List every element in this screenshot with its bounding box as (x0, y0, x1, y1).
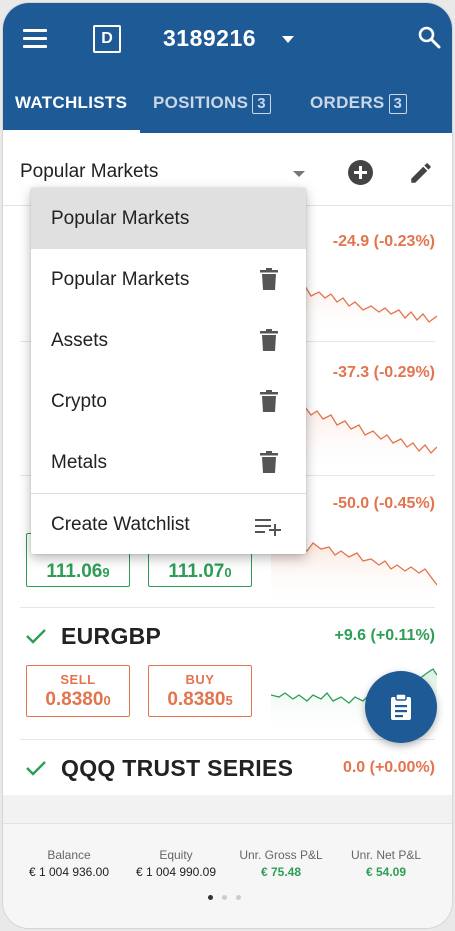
gross-pnl-value: € 75.48 (260, 865, 302, 879)
tab-count-badge: 3 (388, 94, 408, 114)
menu-item-selected-watchlist[interactable]: Popular Markets (31, 188, 306, 249)
price-change: +9.6 (+0.11%) (334, 627, 435, 644)
sell-button[interactable]: SELL 0.83800 (26, 665, 130, 717)
app-screen: D 3189216 WATCHLISTS POSITIONS 3 ORDERS 3 … (3, 3, 452, 928)
watchlist-dropdown-menu: Popular Markets Popular Markets Assets C… (31, 188, 306, 554)
equity-label: Equity (159, 848, 193, 862)
tab-watchlists[interactable]: WATCHLISTS (15, 93, 127, 113)
tab-label: WATCHLISTS (15, 93, 128, 112)
price-main: 0.8380 (45, 689, 104, 710)
balance-label: Balance (47, 848, 91, 862)
price-change: -37.3 (-0.29%) (332, 364, 435, 381)
menu-item-popular-markets[interactable]: Popular Markets (31, 249, 306, 310)
create-watchlist-item[interactable]: Create Watchlist (31, 494, 306, 555)
page-dot (222, 895, 227, 900)
list-item[interactable]: QQQ TRUST SERIES 0.0 (+0.00%) (3, 739, 452, 795)
sell-label: SELL (60, 672, 96, 687)
order-ticket-fab[interactable] (365, 671, 437, 743)
instrument-symbol: QQQ TRUST SERIES (61, 755, 294, 781)
menu-item-metals[interactable]: Metals (31, 432, 306, 493)
menu-item-label: Create Watchlist (51, 514, 190, 535)
menu-item-label: Assets (51, 330, 109, 351)
tab-label: POSITIONS (153, 93, 249, 112)
playlist-add-icon (255, 519, 281, 536)
buy-price: 111.070 (149, 561, 251, 583)
menu-item-label: Popular Markets (51, 269, 190, 290)
price-change: 0.0 (+0.00%) (342, 759, 435, 776)
demo-mode-badge[interactable]: D (93, 25, 121, 53)
app-bar: D 3189216 WATCHLISTS POSITIONS 3 ORDERS 3 (3, 3, 452, 133)
tab-label: ORDERS (310, 93, 385, 112)
search-icon[interactable] (417, 25, 441, 49)
net-pnl-label: Unr. Net P&L (350, 848, 422, 862)
pencil-icon[interactable] (408, 160, 434, 186)
tab-orders[interactable]: ORDERS 3 (310, 93, 408, 114)
page-dot (208, 895, 213, 900)
menu-item-crypto[interactable]: Crypto (31, 371, 306, 432)
equity-value: € 1 004 990.09 (135, 865, 217, 879)
trash-icon[interactable] (260, 329, 278, 351)
buy-price: 0.83805 (149, 689, 251, 711)
price-pip: 0 (224, 565, 232, 580)
caret-down-icon[interactable] (282, 36, 294, 43)
trash-icon[interactable] (260, 390, 278, 412)
price-main: 111.07 (168, 561, 225, 582)
gross-pnl-summary: Unr. Gross P&L € 75.48 (225, 848, 337, 879)
trash-icon[interactable] (260, 268, 278, 290)
equity-summary: Equity € 1 004 990.09 (120, 848, 232, 879)
watchlist-selector[interactable]: Popular Markets (20, 161, 158, 183)
balance-summary: Balance € 1 004 936.00 (13, 848, 125, 879)
price-main: 111.06 (46, 561, 103, 582)
sell-price: 111.069 (27, 561, 129, 583)
dropdown-caret-icon[interactable] (293, 171, 305, 177)
tab-positions[interactable]: POSITIONS 3 (153, 93, 271, 114)
net-pnl-value: € 54.09 (365, 865, 407, 879)
account-number[interactable]: 3189216 (163, 25, 256, 52)
account-summary[interactable]: Balance € 1 004 936.00 Equity € 1 004 99… (3, 823, 452, 928)
instrument-symbol: EURGBP (61, 623, 162, 649)
page-dot (236, 895, 241, 900)
sell-price: 0.83800 (27, 689, 129, 711)
tab-count-badge: 3 (252, 94, 271, 114)
clipboard-icon (391, 693, 411, 720)
menu-item-label: Crypto (51, 391, 107, 412)
menu-icon[interactable] (23, 27, 49, 49)
tab-bar: WATCHLISTS POSITIONS 3 ORDERS 3 (3, 83, 452, 133)
buy-label: BUY (185, 672, 215, 687)
menu-item-label: Metals (51, 452, 107, 473)
price-change: -24.9 (-0.23%) (332, 233, 435, 250)
balance-value: € 1 004 936.00 (28, 865, 110, 879)
net-pnl-summary: Unr. Net P&L € 54.09 (330, 848, 442, 879)
price-main: 0.8380 (167, 689, 226, 710)
gross-pnl-label: Unr. Gross P&L (239, 848, 323, 862)
menu-item-label: Popular Markets (51, 208, 190, 229)
add-circle-icon[interactable] (348, 160, 373, 185)
list-end-spacer (3, 795, 452, 823)
check-icon (26, 761, 46, 776)
buy-button[interactable]: BUY 0.83805 (148, 665, 252, 717)
price-pip: 5 (225, 693, 233, 708)
price-change: -50.0 (-0.45%) (332, 495, 435, 512)
check-icon (26, 629, 46, 644)
price-pip: 9 (102, 565, 110, 580)
page-indicator[interactable] (208, 887, 250, 905)
trash-icon[interactable] (260, 451, 278, 473)
menu-item-assets[interactable]: Assets (31, 310, 306, 371)
price-pip: 0 (103, 693, 111, 708)
